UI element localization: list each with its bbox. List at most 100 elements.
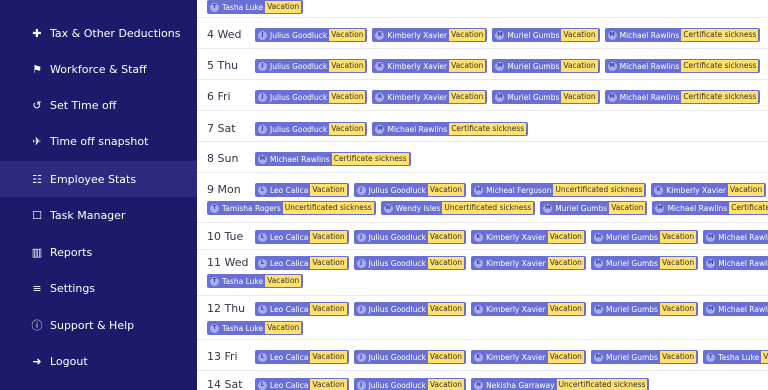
leave-type-label: Uncertificated sickness	[442, 202, 534, 214]
entry-line: L Leo Calica Vacation J Julius Goodluck Vacat…	[255, 350, 768, 364]
time-off-entry[interactable]: W Wendy Isles Uncertificated sickness	[380, 201, 536, 215]
time-off-entry[interactable]: M Muriel Gumbs Vacation	[590, 230, 699, 244]
time-off-entry[interactable]: TTasha LukeVacation	[703, 350, 768, 364]
avatar-icon: M	[593, 258, 603, 268]
nav-support-help[interactable]: ⓘ Support & Help	[0, 307, 197, 343]
employee-name: Julius Goodluck	[270, 30, 328, 40]
time-off-entry[interactable]: K Kimberly Xavier Vacation	[651, 183, 767, 197]
nav-time-off-snapshot[interactable]: ✈ Time off snapshot	[0, 123, 197, 159]
avatar-icon: J	[258, 61, 267, 71]
time-off-entry[interactable]: L Leo Calica Vacation	[255, 183, 349, 197]
employee-name: Leo Calica	[270, 304, 309, 314]
leave-type-label: Vacation	[659, 351, 697, 363]
avatar-icon: M	[593, 232, 603, 242]
avatar-icon: K	[375, 61, 385, 71]
nav-label: Logout	[50, 354, 88, 368]
time-off-entry[interactable]: J Julius Goodluck Vacation	[255, 122, 368, 136]
day-label: 6 Fri	[207, 90, 231, 103]
avatar-icon: T	[706, 352, 716, 362]
nav-reports[interactable]: ▥ Reports	[0, 234, 197, 270]
time-off-entry[interactable]: MMichael RawlinsCertificate sickness	[703, 230, 768, 244]
avatar-icon: L	[258, 185, 267, 195]
time-off-entry[interactable]: M Micheal Ferguson Uncertificated sickness	[471, 183, 647, 197]
leave-type-label: Vacation	[427, 257, 465, 269]
time-off-entry[interactable]: J Julius Goodluck Vacation	[255, 28, 368, 42]
time-off-entry[interactable]: TTasha LukeVacation	[207, 274, 304, 288]
leave-type-label: Uncertificated sickness	[282, 202, 374, 214]
nav-tax-deductions[interactable]: ✚ Tax & Other Deductions	[0, 15, 197, 51]
leave-type-label: Uncertificated sickness	[553, 184, 645, 196]
avatar-icon: J	[356, 380, 366, 390]
entry-line: L Leo Calica Vacation J Julius Goodluck Vacat…	[255, 183, 768, 197]
time-off-entry[interactable]: M Muriel Gumbs Vacation	[492, 59, 600, 73]
time-off-entry[interactable]: M Muriel Gumbs Vacation	[540, 201, 648, 215]
employee-name: Julius Goodluck	[270, 92, 328, 102]
time-off-entry[interactable]: J Julius Goodluck Vacation	[255, 90, 368, 104]
time-off-entry[interactable]: K Kimberly Xavier Vacation	[471, 230, 586, 244]
time-off-entry[interactable]: K Kimberly Xavier Vacation	[471, 302, 586, 316]
avatar-icon: M	[593, 304, 603, 314]
time-off-entry[interactable]: L Leo Calica Vacation	[255, 378, 349, 390]
avatar-icon: J	[356, 352, 366, 362]
leave-type-label: Vacation	[609, 202, 646, 214]
time-off-entry[interactable]: J Julius Goodluck Vacation	[353, 230, 467, 244]
avatar-icon: J	[258, 30, 267, 40]
time-off-entry[interactable]: J Julius Goodluck Vacation	[353, 256, 467, 270]
calendar-row: 13 Fri L Leo Calica Vacation J Julius Goodluc…	[197, 340, 768, 371]
nav-set-time-off[interactable]: ↺ Set Time off	[0, 87, 197, 123]
time-off-entry[interactable]: J Julius Goodluck Vacation	[255, 59, 368, 73]
time-off-entry[interactable]: K Kimberly Xavier Vacation	[372, 90, 488, 104]
time-off-entry[interactable]: M Muriel Gumbs Vacation	[590, 256, 699, 270]
time-off-entry[interactable]: MMichael RawlinsCertificate sickness	[604, 28, 761, 42]
avatar-icon: M	[375, 124, 385, 134]
nav-settings[interactable]: ≡ Settings	[0, 270, 197, 306]
time-off-entry[interactable]: MMichael RawlinsCertificate sickness	[703, 302, 768, 316]
time-off-entry[interactable]: M Muriel Gumbs Vacation	[590, 302, 699, 316]
day-label: 8 Sun	[207, 152, 239, 165]
nav-logout[interactable]: ➜ Logout	[0, 343, 197, 379]
time-off-entry[interactable]: M Muriel Gumbs Vacation	[492, 28, 600, 42]
time-off-entry[interactable]: MMichael RawlinsCertificate sickness	[255, 152, 411, 166]
time-off-entry[interactable]: J Julius Goodluck Vacation	[353, 350, 467, 364]
employee-name: Kimberly Xavier	[666, 185, 726, 195]
time-off-entry[interactable]: MMichael RawlinsCertificate sickness	[604, 59, 761, 73]
time-off-entry[interactable]: N Nekisha Garraway Uncertificated sickness	[471, 378, 650, 390]
time-off-entry[interactable]: J Julius Goodluck Vacation	[353, 183, 467, 197]
time-off-entry[interactable]: MMichael RawlinsCertificate sickness	[703, 256, 768, 270]
sliders-icon: ≡	[32, 281, 42, 295]
time-off-entry[interactable]: MMichael RawlinsCertificate sickness	[604, 90, 761, 104]
time-off-entry[interactable]: K Kimberly Xavier Vacation	[471, 350, 586, 364]
entry-line: L Leo Calica Vacation J Julius Goodluck Vacat…	[255, 378, 654, 390]
nav-employee-stats[interactable]: ☷ Employee Stats	[0, 161, 197, 197]
time-off-entry[interactable]: MMichael RawlinsCertificate sickness	[372, 122, 529, 136]
entry-line: T Tasha Luke Vacation	[207, 0, 308, 14]
leave-type-label: Vacation	[547, 303, 584, 315]
time-off-entry[interactable]: TTasha LukeVacation	[207, 321, 304, 335]
leave-type-label: Vacation	[310, 184, 347, 196]
leave-type-label: Vacation	[310, 257, 347, 269]
entry-line: L Leo Calica Vacation J Julius Goodluck Vacat…	[255, 256, 768, 270]
time-off-entry[interactable]: L Leo Calica Vacation	[255, 350, 349, 364]
time-off-entry[interactable]: K Kimberly Xavier Vacation	[471, 256, 586, 270]
time-off-entry[interactable]: K Kimberly Xavier Vacation	[372, 28, 488, 42]
leave-type-label: Vacation	[449, 29, 486, 41]
people-icon: ⚑	[32, 62, 42, 76]
avatar-icon: M	[495, 30, 505, 40]
time-off-entry[interactable]: K Kimberly Xavier Vacation	[372, 59, 488, 73]
time-off-entry[interactable]: L Leo Calica Vacation	[255, 302, 349, 316]
nav-label: Tax & Other Deductions	[50, 26, 181, 40]
time-off-entry[interactable]: M Muriel Gumbs Vacation	[590, 350, 699, 364]
nav-workforce-staff[interactable]: ⚑ Workforce & Staff	[0, 51, 197, 87]
time-off-entry[interactable]: J Julius Goodluck Vacation	[353, 302, 467, 316]
time-off-entry[interactable]: T Tamisha Rogers Uncertificated sickness	[207, 201, 376, 215]
time-off-entry[interactable]: J Julius Goodluck Vacation	[353, 378, 467, 390]
time-off-entry[interactable]: TTasha LukeVacation	[207, 0, 304, 14]
leave-type-label: Vacation	[427, 351, 465, 363]
employee-name: Kimberly Xavier	[387, 61, 448, 71]
employee-name: Leo Calica	[270, 352, 309, 362]
time-off-entry[interactable]: M Muriel Gumbs Vacation	[492, 90, 600, 104]
time-off-entry[interactable]: MMichael RawlinsCertificate sickness	[652, 201, 768, 215]
time-off-entry[interactable]: L Leo Calica Vacation	[255, 230, 349, 244]
time-off-entry[interactable]: L Leo Calica Vacation	[255, 256, 349, 270]
nav-task-manager[interactable]: ☐ Task Manager	[0, 197, 197, 233]
